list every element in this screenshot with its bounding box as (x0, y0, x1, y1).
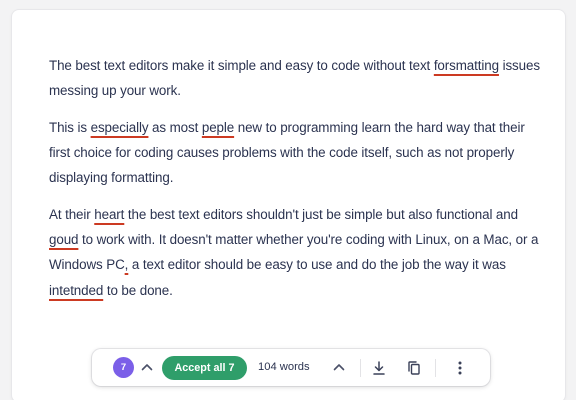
bottom-toolbar: 7 Accept all 7 104 words (92, 349, 490, 386)
document-text[interactable]: The best text editors make it simple and… (49, 53, 544, 314)
flagged-word[interactable]: intetnded (49, 283, 103, 298)
text-run: a text editor should be easy to use and … (128, 257, 506, 273)
issues-chevron-up-icon[interactable] (140, 360, 154, 374)
stats-chevron-up-icon[interactable] (332, 360, 346, 374)
flagged-word[interactable]: heart (94, 207, 124, 222)
text-run: This is (49, 119, 91, 135)
issue-count-badge[interactable]: 7 (113, 357, 134, 378)
paragraph: At their heart the best text editors sho… (49, 202, 544, 303)
document-card: The best text editors make it simple and… (12, 10, 565, 400)
issue-count: 7 (120, 362, 127, 373)
text-run: At their (49, 207, 95, 223)
paragraph: The best text editors make it simple and… (49, 53, 544, 103)
word-count: 104 words (258, 361, 310, 373)
accept-all-label: Accept all 7 (174, 362, 235, 374)
text-run: as most (148, 119, 202, 135)
flagged-word[interactable]: especially (91, 120, 149, 135)
flagged-word[interactable]: goud (49, 232, 78, 247)
paragraph: This is especially as most peple new to … (49, 115, 544, 191)
accept-all-button[interactable]: Accept all 7 (162, 356, 247, 380)
more-vertical-icon[interactable] (450, 358, 470, 378)
flagged-word[interactable]: peple (202, 120, 234, 135)
text-run: the best text editors shouldn't just be … (124, 207, 518, 223)
download-icon[interactable] (369, 358, 389, 378)
toolbar-divider (360, 359, 361, 377)
flagged-word[interactable]: forsmatting (434, 58, 499, 73)
text-run: to be done. (103, 282, 173, 298)
copy-icon[interactable] (404, 358, 424, 378)
text-run: The best text editors make it simple and… (49, 58, 434, 73)
toolbar-divider (435, 359, 436, 377)
